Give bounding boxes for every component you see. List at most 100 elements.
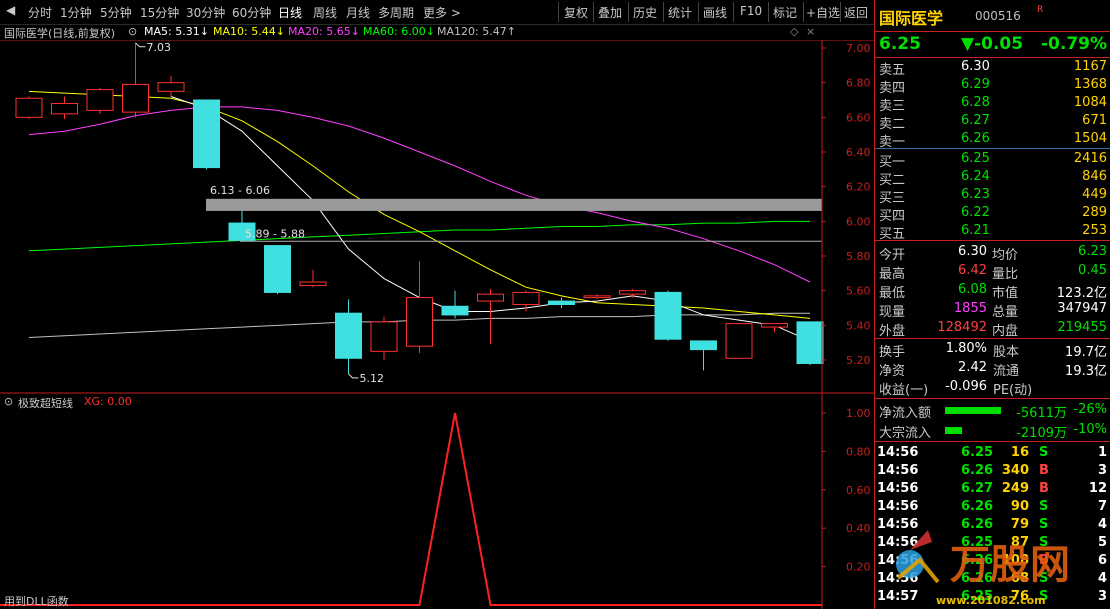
tick-row[interactable]: 14:56 6.27 249 B 12 [875, 480, 1110, 498]
flow-row[interactable]: 大宗流入 -2109万 -10% [875, 421, 1110, 441]
flow-bar [945, 407, 1001, 414]
tab-60min[interactable]: 60分钟 [232, 4, 271, 21]
back-button[interactable]: 返回 [844, 4, 868, 21]
mark-button[interactable]: 标记 [773, 4, 797, 21]
candle-body[interactable] [406, 297, 433, 347]
stat-row[interactable]: 今开 6.30 均价 6.23 [875, 243, 1110, 263]
divider [875, 31, 1110, 32]
f10-button[interactable]: F10 [740, 4, 762, 18]
tick-volume: 340 [1001, 463, 1029, 478]
candle-body[interactable] [583, 295, 611, 299]
tab-multi-period[interactable]: 多周期 [378, 4, 414, 21]
candle-body[interactable] [441, 305, 469, 316]
candle-body[interactable] [725, 323, 753, 359]
ask-volume: 1084 [1073, 95, 1107, 110]
tab-15min[interactable]: 15分钟 [140, 4, 179, 21]
close-icon[interactable]: × [806, 25, 815, 38]
indicator-xg-value: XG: 0.00 [84, 395, 132, 408]
price-tick-label: 6.60 [846, 111, 871, 124]
candle-body[interactable] [548, 300, 575, 306]
candle-body[interactable] [157, 82, 185, 92]
tick-volume: 90 [1010, 499, 1029, 514]
ask-row[interactable]: 卖三 6.28 1084 [875, 94, 1110, 114]
tick-row[interactable]: 14:56 6.26 90 S 7 [875, 498, 1110, 516]
tab-daily[interactable]: 日线 [278, 4, 302, 21]
bid-row[interactable]: 买五 6.21 253 [875, 222, 1110, 242]
stat-row[interactable]: 最高 6.42 量比 0.45 [875, 262, 1110, 282]
tick-price: 6.25 [961, 445, 994, 460]
ask-row[interactable]: 卖五 6.30 1167 [875, 58, 1110, 78]
toolbar-divider [698, 2, 699, 22]
flow-value: -5611万 [1016, 406, 1067, 421]
candle-body[interactable] [619, 290, 646, 295]
tab-30min[interactable]: 30分钟 [186, 4, 225, 21]
tick-count: 3 [1097, 463, 1107, 478]
gap-label: 5.89 - 5.88 [245, 227, 305, 240]
indicator-tick-label: 0.40 [846, 522, 871, 535]
ask-row[interactable]: 卖二 6.27 671 [875, 112, 1110, 132]
stock-name: 国际医学 [879, 9, 944, 28]
stat-label: 今开 [879, 248, 906, 263]
ask-price: 6.26 [961, 131, 990, 146]
stats-button[interactable]: 统计 [668, 4, 692, 21]
price-tick-label: 7.00 [846, 42, 871, 55]
candle-body[interactable] [15, 97, 43, 118]
fuquan-button[interactable]: 复权 [564, 4, 588, 21]
stat-row[interactable]: 现量 1855 总量 347947 [875, 300, 1110, 320]
legend-toggle-icon[interactable]: ⊙ [128, 25, 137, 38]
fund-value: 19.3亿 [1065, 364, 1107, 379]
stat-row[interactable]: 最低 6.08 市值 123.2亿 [875, 281, 1110, 301]
fund-row[interactable]: 换手 1.80% 股本 19.7亿 [875, 340, 1110, 360]
tab-5min[interactable]: 5分钟 [100, 4, 132, 21]
bid-row[interactable]: 买一 6.25 2416 [875, 150, 1110, 170]
candle-body[interactable] [86, 89, 114, 111]
tab-monthly[interactable]: 月线 [346, 4, 370, 21]
draw-line-button[interactable]: 画线 [703, 4, 727, 21]
ask-price: 6.29 [961, 77, 990, 92]
fund-row[interactable]: 净资 2.42 流通 19.3亿 [875, 359, 1110, 379]
candle-body[interactable] [264, 245, 291, 293]
high-marker [135, 42, 146, 48]
diamond-icon[interactable]: ◇ [790, 25, 798, 38]
fund-row[interactable]: 收益(一) -0.096 PE(动) [875, 378, 1110, 398]
history-button[interactable]: 历史 [633, 4, 657, 21]
candle-body[interactable] [796, 321, 824, 364]
fund-value: 1.80% [945, 341, 987, 356]
tab-1min[interactable]: 1分钟 [60, 4, 92, 21]
tab-more[interactable]: 更多 > [423, 4, 461, 21]
overlay-button[interactable]: 叠加 [598, 4, 622, 21]
toolbar-collapse-icon[interactable]: ◀ [6, 3, 15, 17]
candle-body[interactable] [477, 293, 504, 302]
tab-fenshi[interactable]: 分时 [28, 4, 52, 21]
bid-row[interactable]: 买四 6.22 289 [875, 204, 1110, 224]
stat-row[interactable]: 外盘 128492 内盘 219455 [875, 319, 1110, 339]
bid-row[interactable]: 买二 6.24 846 [875, 168, 1110, 188]
tick-count: 12 [1088, 481, 1107, 496]
candle-body[interactable] [299, 281, 327, 286]
tick-row[interactable]: 14:56 6.26 340 B 3 [875, 462, 1110, 480]
ask-volume: 1504 [1073, 131, 1107, 146]
indicator-name[interactable]: 极致超短线 [18, 395, 73, 411]
toolbar-divider [663, 2, 664, 22]
chart-title: 国际医学(日线,前复权) [4, 27, 116, 40]
bid-price: 6.23 [961, 187, 990, 202]
ask-row[interactable]: 卖四 6.29 1368 [875, 76, 1110, 96]
candle-body[interactable] [335, 312, 362, 359]
ask-price: 6.30 [961, 59, 990, 74]
candle-body[interactable] [654, 291, 682, 340]
kline-chart[interactable]: 7.03 5.12 6.13 - 6.06 5.89 - 5.88 7.00 6.80 6… [0, 40, 874, 609]
add-watchlist-button[interactable]: +自选 [806, 4, 840, 21]
indicator-toggle-icon[interactable]: ⊙ [4, 395, 13, 408]
candle-body[interactable] [761, 323, 788, 328]
tick-row[interactable]: 14:56 6.25 16 S 1 [875, 444, 1110, 462]
tick-side: B [1039, 463, 1049, 478]
ask-row[interactable]: 卖一 6.26 1504 [875, 130, 1110, 150]
candle-body[interactable] [122, 83, 149, 113]
candle-body[interactable] [370, 321, 398, 352]
candle-body[interactable] [690, 340, 717, 351]
candle-body[interactable] [193, 99, 220, 169]
bid-row[interactable]: 买三 6.23 449 [875, 186, 1110, 206]
candle-body[interactable] [512, 291, 540, 306]
candle-body[interactable] [51, 102, 78, 115]
tab-weekly[interactable]: 周线 [313, 4, 337, 21]
